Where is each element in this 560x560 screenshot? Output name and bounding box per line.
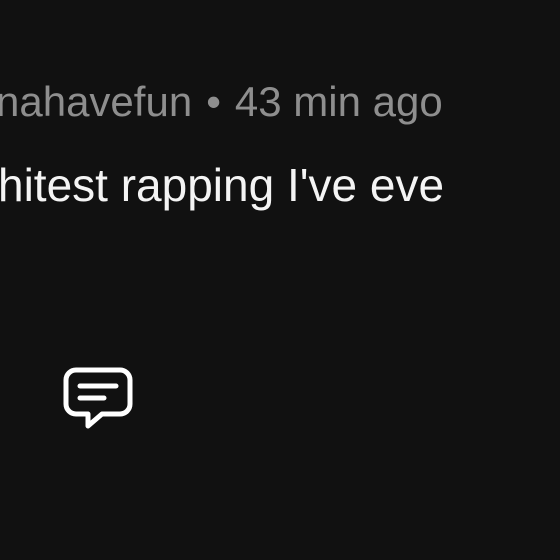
reply-button[interactable] — [62, 364, 134, 434]
meta-separator: • — [206, 78, 221, 125]
message-square-icon — [63, 367, 133, 429]
comment-username[interactable]: nahavefun — [0, 78, 192, 125]
comment-card: nahavefun • 43 min ago hitest rapping I've… — [0, 0, 560, 560]
comment-body: hitest rapping I've eve — [0, 159, 445, 211]
comment-meta: nahavefun • 43 min ago — [0, 76, 443, 128]
comment-timestamp: 43 min ago — [234, 78, 443, 125]
